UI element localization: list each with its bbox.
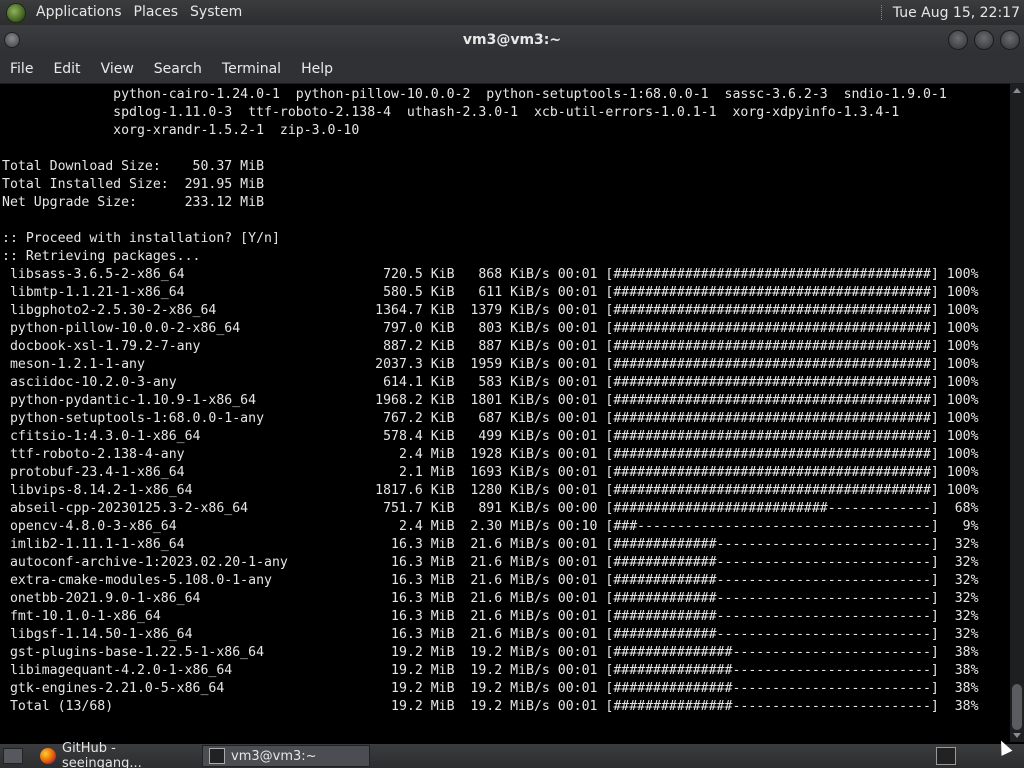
- menu-search[interactable]: Search: [144, 55, 212, 84]
- taskbar-item-firefox[interactable]: GitHub - seeingang...: [34, 741, 200, 768]
- firefox-icon: [40, 748, 56, 764]
- terminal-line: spdlog-1.11.0-3 ttf-roboto-2.138-4 uthas…: [2, 105, 900, 120]
- terminal-line: libvips-8.14.2-1-x86_64 1817.6 KiB 1280 …: [2, 483, 979, 498]
- terminal-line: libimagequant-4.2.0-1-x86_64 19.2 MiB 19…: [2, 663, 979, 678]
- terminal-line: protobuf-23.4-1-x86_64 2.1 MiB 1693 KiB/…: [2, 465, 979, 480]
- terminal-line: onetbb-2021.9.0-1-x86_64 16.3 MiB 21.6 M…: [2, 591, 979, 606]
- scroll-up-arrow-icon[interactable]: [1013, 88, 1021, 93]
- terminal-line: gst-plugins-base-1.22.5-1-x86_64 19.2 Mi…: [2, 645, 979, 660]
- clock-area: Tue Aug 15, 22:17: [880, 0, 1024, 25]
- menu-help[interactable]: Help: [291, 55, 343, 84]
- terminal-icon: [209, 748, 225, 764]
- scroll-down-arrow-icon[interactable]: [1013, 733, 1021, 738]
- terminal-line: libsass-3.6.5-2-x86_64 720.5 KiB 868 KiB…: [2, 267, 979, 282]
- minimize-button[interactable]: [948, 30, 968, 50]
- terminal-line: :: Retrieving packages...: [2, 249, 201, 264]
- menu-edit[interactable]: Edit: [43, 55, 90, 84]
- terminal-line: Total Installed Size: 291.95 MiB: [2, 177, 265, 192]
- terminal-line: python-setuptools-1:68.0.0-1-any 767.2 K…: [2, 411, 979, 426]
- terminal-line: imlib2-1.11.1-1-x86_64 16.3 MiB 21.6 MiB…: [2, 537, 979, 552]
- taskbar-item-label: vm3@vm3:~: [231, 748, 317, 764]
- terminal-line: asciidoc-10.2.0-3-any 614.1 KiB 583 KiB/…: [2, 375, 979, 390]
- clock[interactable]: Tue Aug 15, 22:17: [893, 5, 1024, 21]
- taskbar-item-terminal[interactable]: vm3@vm3:~: [202, 745, 370, 767]
- system-menu[interactable]: System: [184, 0, 248, 25]
- terminal-line: autoconf-archive-1:2023.02.20-1-any 16.3…: [2, 555, 979, 570]
- terminal-line: fmt-10.1.0-1-x86_64 16.3 MiB 21.6 MiB/s …: [2, 609, 979, 624]
- show-desktop-icon[interactable]: [3, 748, 23, 764]
- panel-separator: [880, 5, 883, 20]
- scrollbar-thumb[interactable]: [1012, 684, 1022, 730]
- window-titlebar[interactable]: vm3@vm3:~: [0, 25, 1024, 55]
- close-button[interactable]: [1000, 30, 1020, 50]
- terminal-line: Net Upgrade Size: 233.12 MiB: [2, 195, 265, 210]
- maximize-button[interactable]: [974, 30, 994, 50]
- terminal-line: Total (13/68) 19.2 MiB 19.2 MiB/s 00:01 …: [2, 699, 979, 714]
- terminal-line: ttf-roboto-2.138-4-any 2.4 MiB 1928 KiB/…: [2, 447, 979, 462]
- terminal-scrollbar[interactable]: [1010, 84, 1024, 742]
- places-menu[interactable]: Places: [128, 0, 185, 25]
- menu-file[interactable]: File: [0, 55, 43, 84]
- applications-menu[interactable]: Applications: [30, 0, 128, 25]
- menu-view[interactable]: View: [91, 55, 144, 84]
- terminal-line: python-pillow-10.0.0-2-x86_64 797.0 KiB …: [2, 321, 979, 336]
- terminal-line: libmtp-1.1.21-1-x86_64 580.5 KiB 611 KiB…: [2, 285, 979, 300]
- distro-logo-icon[interactable]: [6, 2, 26, 23]
- terminal-line: cfitsio-1:4.3.0-1-x86_64 578.4 KiB 499 K…: [2, 429, 979, 444]
- window-title: vm3@vm3:~: [462, 32, 562, 48]
- tray-terminal-icon[interactable]: [936, 747, 956, 765]
- bottom-panel: GitHub - seeingang... vm3@vm3:~: [0, 741, 1024, 768]
- terminal-line: opencv-4.8.0-3-x86_64 2.4 MiB 2.30 MiB/s…: [2, 519, 979, 534]
- panel-menus: Applications Places System: [30, 0, 248, 25]
- terminal-line: gtk-engines-2.21.0-5-x86_64 19.2 MiB 19.…: [2, 681, 979, 696]
- terminal-line: docbook-xsl-1.79.2-7-any 887.2 KiB 887 K…: [2, 339, 979, 354]
- terminal-line: libgsf-1.14.50-1-x86_64 16.3 MiB 21.6 Mi…: [2, 627, 979, 642]
- terminal-line: xorg-xrandr-1.5.2-1 zip-3.0-10: [2, 123, 360, 138]
- taskbar-item-label: GitHub - seeingang...: [62, 741, 142, 768]
- terminal-line: Total Download Size: 50.37 MiB: [2, 159, 265, 174]
- terminal-line: :: Proceed with installation? [Y/n]: [2, 231, 280, 246]
- terminal-line: abseil-cpp-20230125.3-2-x86_64 751.7 KiB…: [2, 501, 979, 516]
- menu-terminal[interactable]: Terminal: [212, 55, 291, 84]
- terminal-output[interactable]: python-cairo-1.24.0-1 python-pillow-10.0…: [0, 84, 1010, 742]
- terminal-line: meson-1.2.1-1-any 2037.3 KiB 1959 KiB/s …: [2, 357, 979, 372]
- terminal-line: extra-cmake-modules-5.108.0-1-any 16.3 M…: [2, 573, 979, 588]
- terminal-menubar: File Edit View Search Terminal Help: [0, 55, 1024, 84]
- terminal-line: python-pydantic-1.10.9-1-x86_64 1968.2 K…: [2, 393, 979, 408]
- top-panel: Applications Places System Tue Aug 15, 2…: [0, 0, 1024, 25]
- terminal-line: python-cairo-1.24.0-1 python-pillow-10.0…: [2, 87, 947, 102]
- terminal-line: libgphoto2-2.5.30-2-x86_64 1364.7 KiB 13…: [2, 303, 979, 318]
